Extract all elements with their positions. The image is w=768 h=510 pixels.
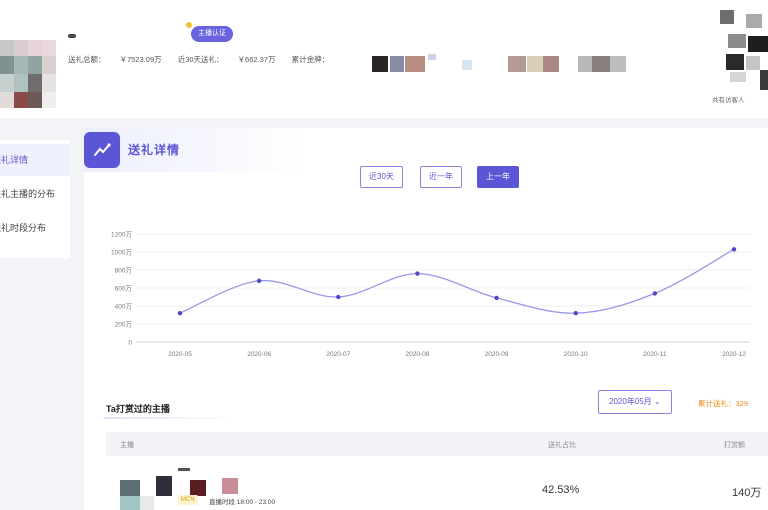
column-header-ratio: 送礼占比 (548, 442, 576, 449)
data-point (731, 247, 737, 252)
x-tick-label: 2020-12 (722, 351, 746, 358)
status-badge: 主播认证 (191, 26, 233, 42)
range-last-year-button[interactable]: 近一年 (420, 166, 462, 188)
gift-ratio: 42.53% (542, 484, 580, 496)
y-tick-label: 1200万 (111, 231, 132, 239)
sidebar-item-label: 送礼时段分布 (0, 223, 47, 233)
anchor-name-blur (178, 468, 190, 471)
total-gift-note: 累计送礼：329 (698, 399, 749, 408)
x-tick-label: 2020-07 (326, 351, 350, 358)
x-tick-label: 2020-06 (247, 351, 271, 358)
y-tick-label: 400万 (115, 303, 133, 311)
sidebar-item-time-distribution[interactable]: 送礼时段分布 (0, 212, 70, 244)
section-title: Ta打赏过的主播 (106, 404, 170, 414)
y-tick-label: 1000万 (111, 249, 132, 257)
data-point (336, 294, 341, 300)
stat-value: ￥7523.09万 (119, 55, 162, 64)
y-tick-label: 600万 (115, 285, 133, 293)
sidebar-item-label: 送礼详情 (0, 155, 29, 165)
data-point (415, 271, 420, 276)
table-header: 主播 送礼占比 打赏额 (106, 432, 768, 456)
data-point (494, 295, 499, 301)
gift-detail-icon (84, 132, 120, 168)
anchor-name-blur (156, 476, 172, 496)
sidebar-item-gift-detail[interactable]: 送礼详情 (0, 144, 70, 176)
y-tick-label: 200万 (115, 321, 133, 329)
data-point (177, 311, 183, 316)
column-header-amount: 打赏额 (724, 442, 745, 449)
month-select-value: 2020年05月 (609, 397, 652, 406)
stat-medals: 累计金牌： (292, 55, 344, 64)
series-line (179, 248, 735, 314)
level-dot (186, 22, 192, 28)
data-point (256, 278, 262, 283)
stats-row: 送礼总额： ￥7523.09万 近30天送礼： ￥662.37万 累计金牌： (68, 54, 357, 65)
section-title-underline (104, 417, 238, 419)
column-header-anchor: 主播 (120, 442, 134, 449)
stat-value: ￥662.37万 (237, 55, 276, 64)
chevron-down-icon: ⌄ (653, 397, 661, 406)
y-tick-label: 800万 (115, 267, 133, 275)
avatar[interactable] (0, 40, 56, 108)
sidebar-item-label: 送礼主播的分布 (0, 189, 56, 199)
y-tick-label: 0 (128, 340, 132, 347)
gift-trend-chart: 0 200万 400万 600万 800万 1000万 1200万 2020-05 2020-0… (111, 231, 750, 358)
mcn-tag: MCN (178, 495, 198, 505)
month-select[interactable]: 2020年05月 ⌄ (598, 390, 672, 414)
stat-label: 送礼总额： (68, 55, 106, 64)
x-tick-label: 2020-10 (564, 351, 588, 358)
stat-total-gift: 送礼总额： ￥7523.09万 (68, 55, 162, 64)
x-tick-label: 2020-08 (405, 351, 429, 358)
table-row[interactable]: MCN 直播时段 18:00 - 23:00 42.53% 140万 (106, 468, 768, 510)
range-previous-year-button[interactable]: 上一年 (477, 166, 519, 188)
username-blur (68, 34, 76, 38)
gift-amount: 140万 (732, 487, 762, 499)
gift-detail-panel: 送礼详情 近30天 近一年 上一年 0 200万 400万 600万 800万 1000万… (84, 128, 768, 510)
x-tick-label: 2020-09 (485, 351, 509, 358)
data-point (652, 291, 658, 296)
sidebar: 送礼详情 送礼主播的分布 送礼时段分布 (0, 140, 70, 258)
sidebar-item-anchor-distribution[interactable]: 送礼主播的分布 (0, 178, 70, 210)
x-tick-label: 2020-05 (168, 351, 192, 358)
live-time: 直播时段 18:00 - 23:00 (209, 499, 276, 506)
stat-30d-gift: 近30天送礼： ￥662.37万 (178, 55, 276, 64)
data-point (573, 311, 578, 316)
range-30-days-button[interactable]: 近30天 (360, 166, 403, 188)
stat-label: 近30天送礼： (177, 55, 224, 64)
visitor-count: 共有访客人 (712, 97, 745, 104)
anchor-avatar-part (120, 496, 140, 510)
profile-header: 主播认证 送礼总额： ￥7523.09万 近30天送礼： ￥662.37万 累计金牌… (0, 0, 768, 118)
panel-title: 送礼详情 (128, 143, 181, 157)
stat-label: 累计金牌： (291, 55, 330, 64)
x-tick-label: 2020-11 (643, 351, 667, 358)
qr-code (720, 10, 768, 92)
anchor-avatar-part (140, 496, 154, 510)
anchor-name-blur (222, 478, 238, 494)
anchor-name-blur (190, 480, 206, 496)
